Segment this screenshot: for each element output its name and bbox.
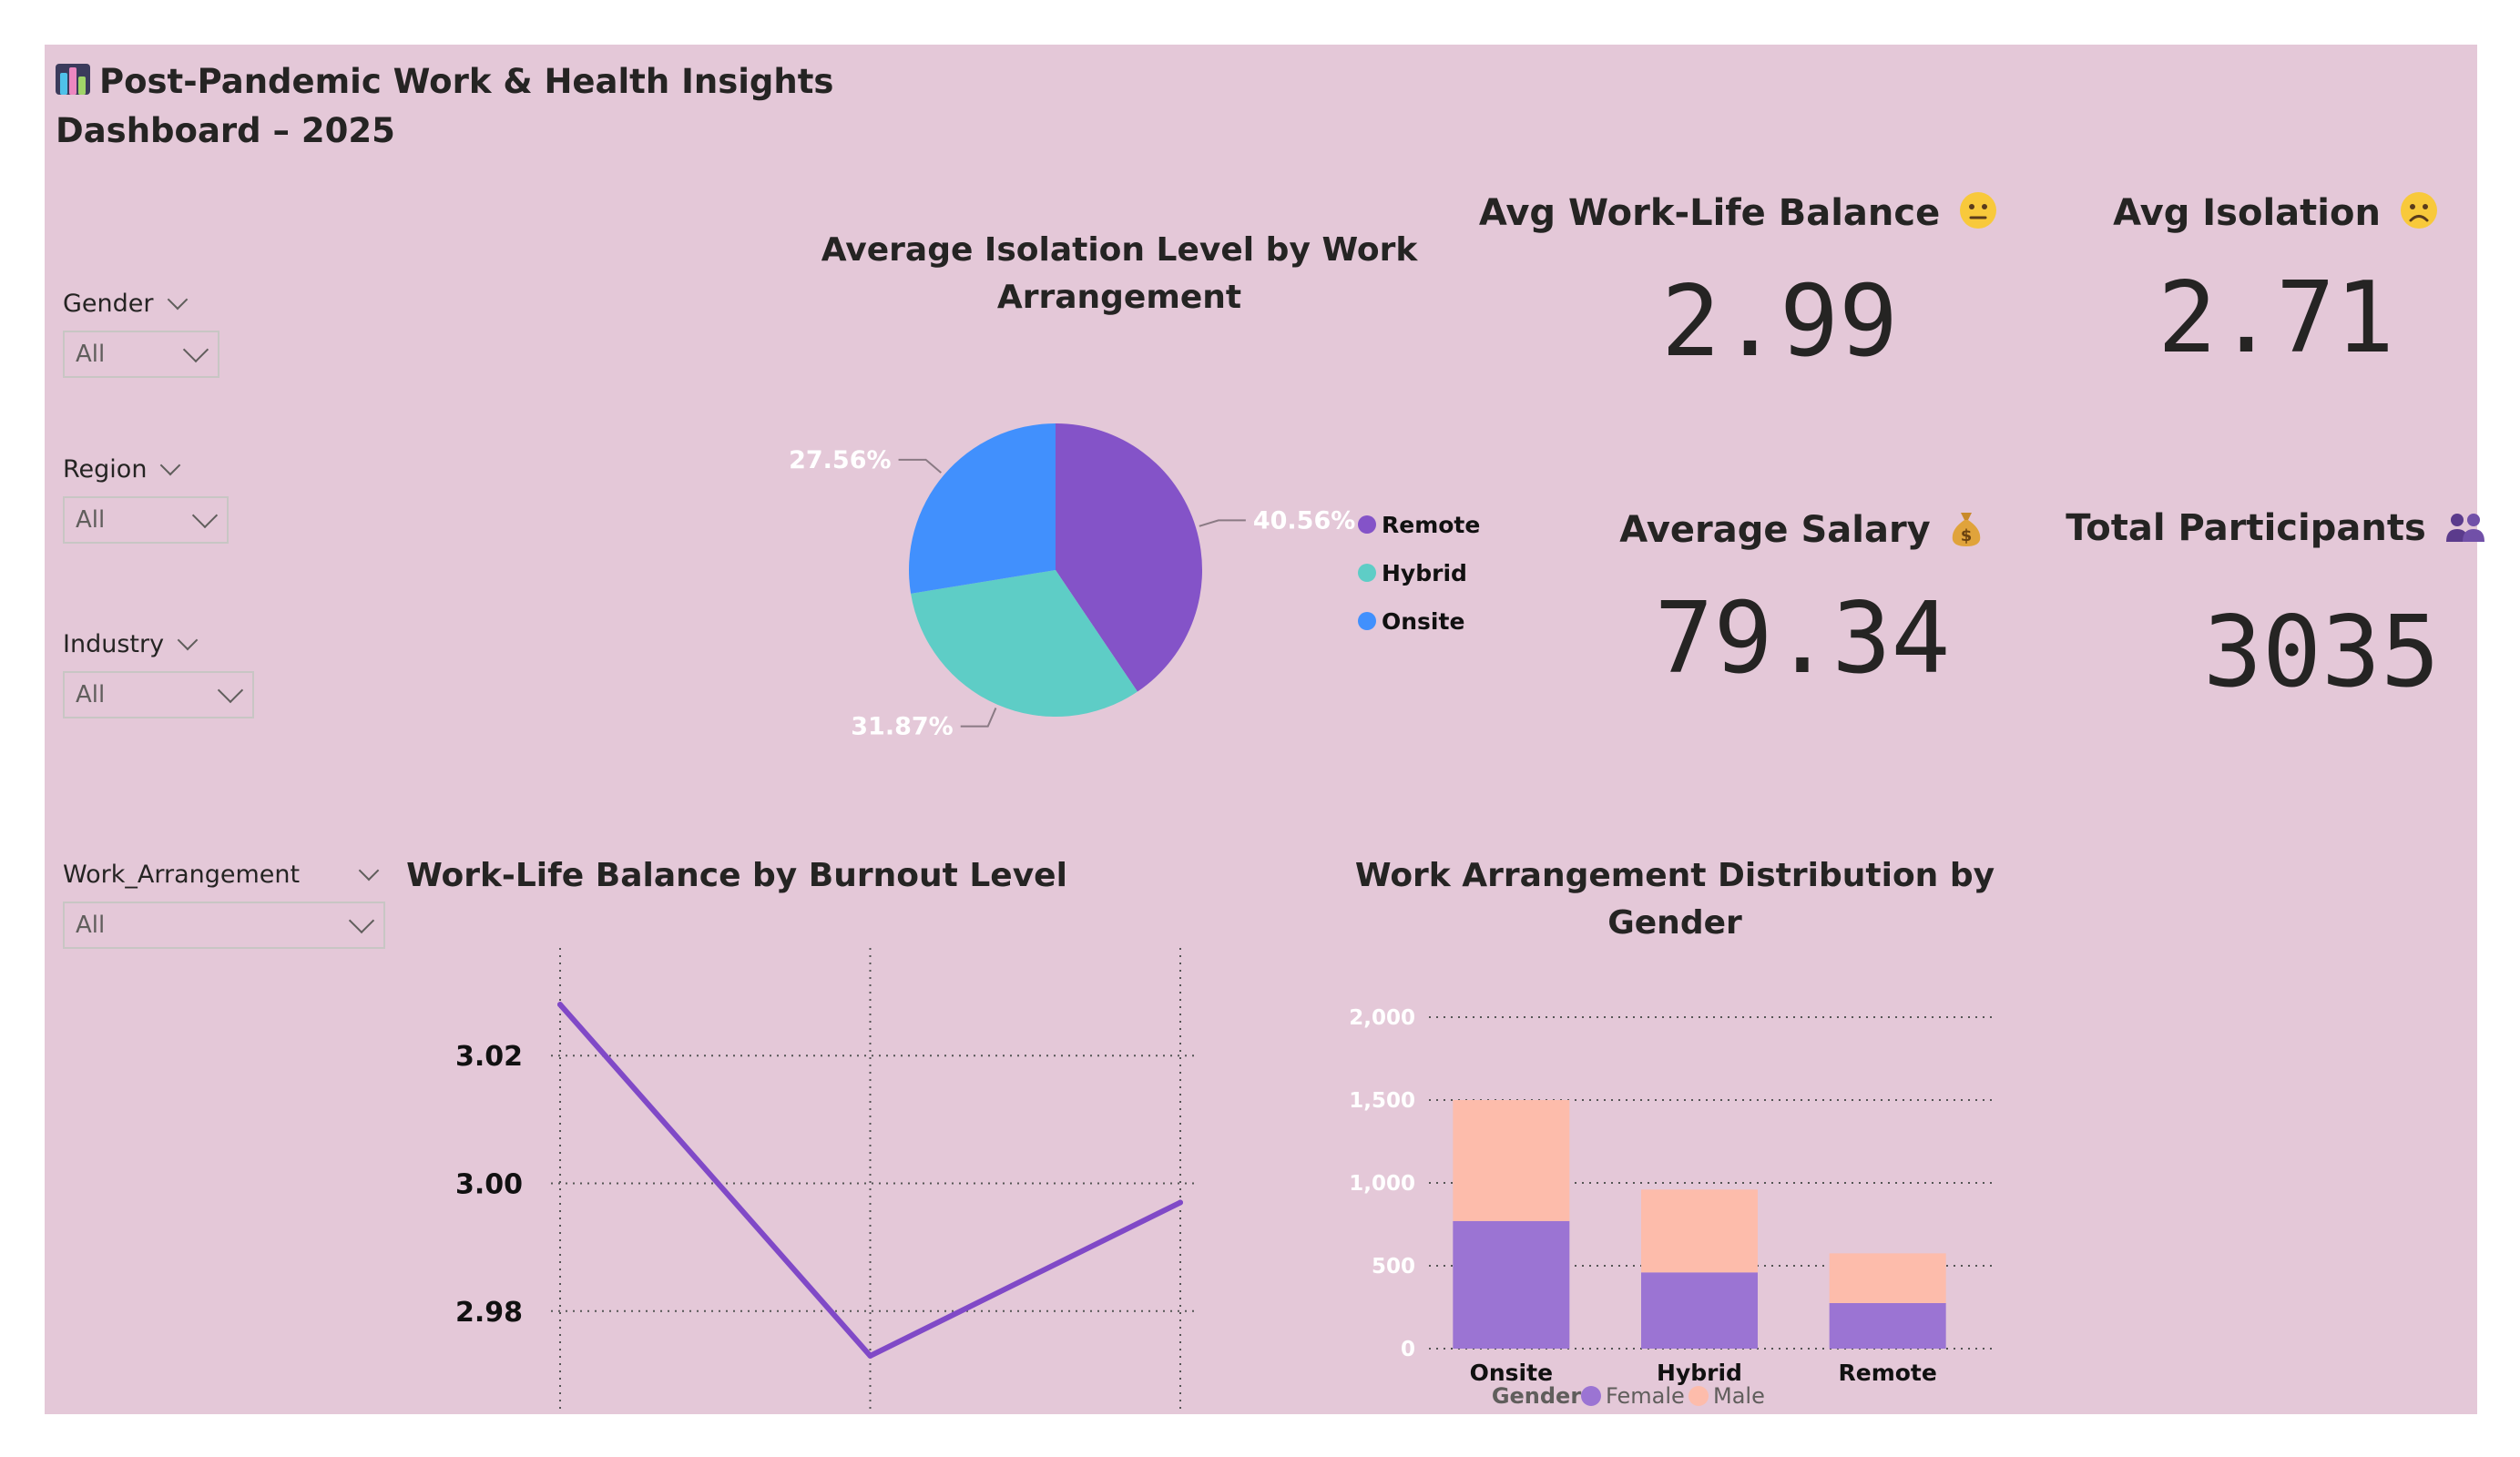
kpi-participants-label-text: Total Participants	[2066, 507, 2426, 549]
line-point[interactable]	[867, 1352, 873, 1359]
legend-marker	[1358, 515, 1376, 534]
kpi-isolation-value: 2.71	[2157, 261, 2395, 375]
line-x-tick-label: 1	[552, 1431, 569, 1456]
gender-slicer-label: Gender	[63, 289, 154, 318]
kpi-work-life-label-text: Avg Work-Life Balance	[1478, 192, 1941, 234]
legend-marker	[1358, 564, 1376, 582]
gender-dropdown-value: All	[76, 341, 106, 368]
people-icon	[2445, 514, 2484, 542]
pie-chart: 40.56% 31.87% 27.56% Remote Hybrid Onsite	[789, 423, 1480, 741]
line-y-tick-label: 3.02	[455, 1041, 523, 1073]
chevron-down-icon	[348, 907, 375, 934]
bar-onsite-male[interactable]	[1453, 1100, 1570, 1221]
pie-data-label: 27.56%	[789, 446, 891, 474]
line-chart: 1 2 3 3.02 3.00 2.98	[455, 948, 1199, 1456]
work-arrangement-slicer[interactable]: Work_Arrangement All	[63, 856, 385, 949]
gender-dropdown[interactable]: All	[63, 331, 219, 378]
bar-hybrid-male[interactable]	[1641, 1189, 1758, 1273]
region-slicer-label: Region	[63, 454, 148, 484]
region-dropdown-value: All	[76, 506, 106, 534]
line-point[interactable]	[1178, 1199, 1183, 1206]
legend-label-hybrid[interactable]: Hybrid	[1382, 560, 1467, 586]
kpi-isolation-label-text: Avg Isolation	[2113, 192, 2381, 234]
kpi-work-life-label: Avg Work-Life Balance	[1456, 190, 2021, 234]
chevron-down-icon	[217, 677, 244, 704]
pie-data-label: 40.56%	[1253, 506, 1355, 535]
legend-label-remote[interactable]: Remote	[1382, 512, 1480, 538]
legend-label-onsite[interactable]: Onsite	[1382, 608, 1464, 635]
pie-data-label: 31.87%	[851, 713, 953, 741]
bar-legend-title: Gender	[1492, 1383, 1582, 1409]
line-point[interactable]	[557, 1002, 563, 1008]
sad-face-icon	[2400, 192, 2437, 229]
dashboard-title-text: Post-Pandemic Work & Health Insights Das…	[56, 62, 834, 150]
svg-text:$: $	[1960, 526, 1972, 545]
legend-label-male[interactable]: Male	[1713, 1383, 1765, 1409]
industry-dropdown[interactable]: All	[63, 671, 254, 718]
bar-x-tick-label: Onsite	[1470, 1360, 1553, 1386]
legend-marker	[1358, 612, 1376, 630]
pie-chart-title: Average Isolation Level by Work Arrangem…	[821, 231, 1418, 316]
neutral-face-icon	[1960, 192, 1997, 229]
legend-label-female[interactable]: Female	[1606, 1383, 1685, 1409]
bar-chart: 0 500 1,000 1,500 2,000 Onsite Hybrid Remote Gen…	[1349, 1006, 1994, 1409]
bar-x-tick-label: Remote	[1838, 1360, 1936, 1386]
industry-slicer-label: Industry	[63, 629, 165, 658]
line-chart-title: Work-Life Balance by Burnout Level	[406, 857, 1067, 894]
work-arrangement-dropdown[interactable]: All	[63, 902, 385, 949]
bar-remote-male[interactable]	[1829, 1253, 1946, 1303]
work-arrangement-slicer-label: Work_Arrangement	[63, 860, 301, 889]
kpi-participants-value: 3035	[2202, 596, 2441, 709]
line-y-tick-label: 3.00	[455, 1169, 523, 1201]
bar-x-tick-label: Hybrid	[1657, 1360, 1742, 1386]
work-arrangement-dropdown-value: All	[76, 912, 106, 939]
line-x-tick-label: 2	[862, 1431, 879, 1456]
bar-y-tick-label: 2,000	[1349, 1006, 1415, 1030]
bar-y-tick-label: 0	[1401, 1338, 1415, 1361]
pie-slice-onsite[interactable]	[909, 423, 1056, 594]
kpi-isolation-label: Avg Isolation	[2048, 190, 2504, 234]
kpi-participants-label: Total Participants	[2048, 507, 2504, 549]
bar-y-tick-label: 500	[1372, 1255, 1415, 1279]
line-series-work-life-balance[interactable]	[557, 1002, 1183, 1359]
industry-slicer[interactable]: Industry All	[63, 626, 254, 718]
pie-leader-line	[960, 708, 997, 728]
chevron-down-icon[interactable]	[167, 289, 188, 311]
dashboard-title: Post-Pandemic Work & Health Insights Das…	[56, 57, 1021, 156]
line-y-tick-label: 2.98	[455, 1297, 523, 1329]
kpi-salary-label-text: Average Salary	[1619, 509, 1931, 551]
bar-y-tick-label: 1,000	[1349, 1172, 1415, 1196]
chevron-down-icon[interactable]	[177, 629, 199, 651]
money-bag-icon: $	[1952, 513, 1980, 546]
bar-onsite-female[interactable]	[1453, 1220, 1570, 1349]
legend-marker	[1689, 1386, 1709, 1406]
dashboard-canvas: Post-Pandemic Work & Health Insights Das…	[45, 45, 2484, 1456]
bar-chart-title: Work Arrangement Distribution by Gender	[1354, 857, 1995, 942]
chevron-down-icon	[191, 502, 219, 529]
bar-hybrid-female[interactable]	[1641, 1272, 1758, 1349]
bar-remote-female[interactable]	[1829, 1302, 1946, 1349]
bar-y-tick-label: 1,500	[1349, 1089, 1415, 1113]
pie-leader-line	[1199, 519, 1246, 527]
industry-dropdown-value: All	[76, 681, 106, 708]
line-x-tick-label: 3	[1172, 1431, 1189, 1456]
pie-leader-line	[898, 458, 942, 474]
chevron-down-icon[interactable]	[358, 860, 380, 881]
chevron-down-icon[interactable]	[160, 454, 181, 476]
chevron-down-icon	[182, 336, 209, 363]
gender-slicer[interactable]: Gender All	[63, 285, 219, 378]
bar-chart-icon	[56, 62, 90, 97]
region-dropdown[interactable]: All	[63, 496, 229, 544]
region-slicer[interactable]: Region All	[63, 451, 229, 544]
legend-marker	[1581, 1386, 1601, 1406]
